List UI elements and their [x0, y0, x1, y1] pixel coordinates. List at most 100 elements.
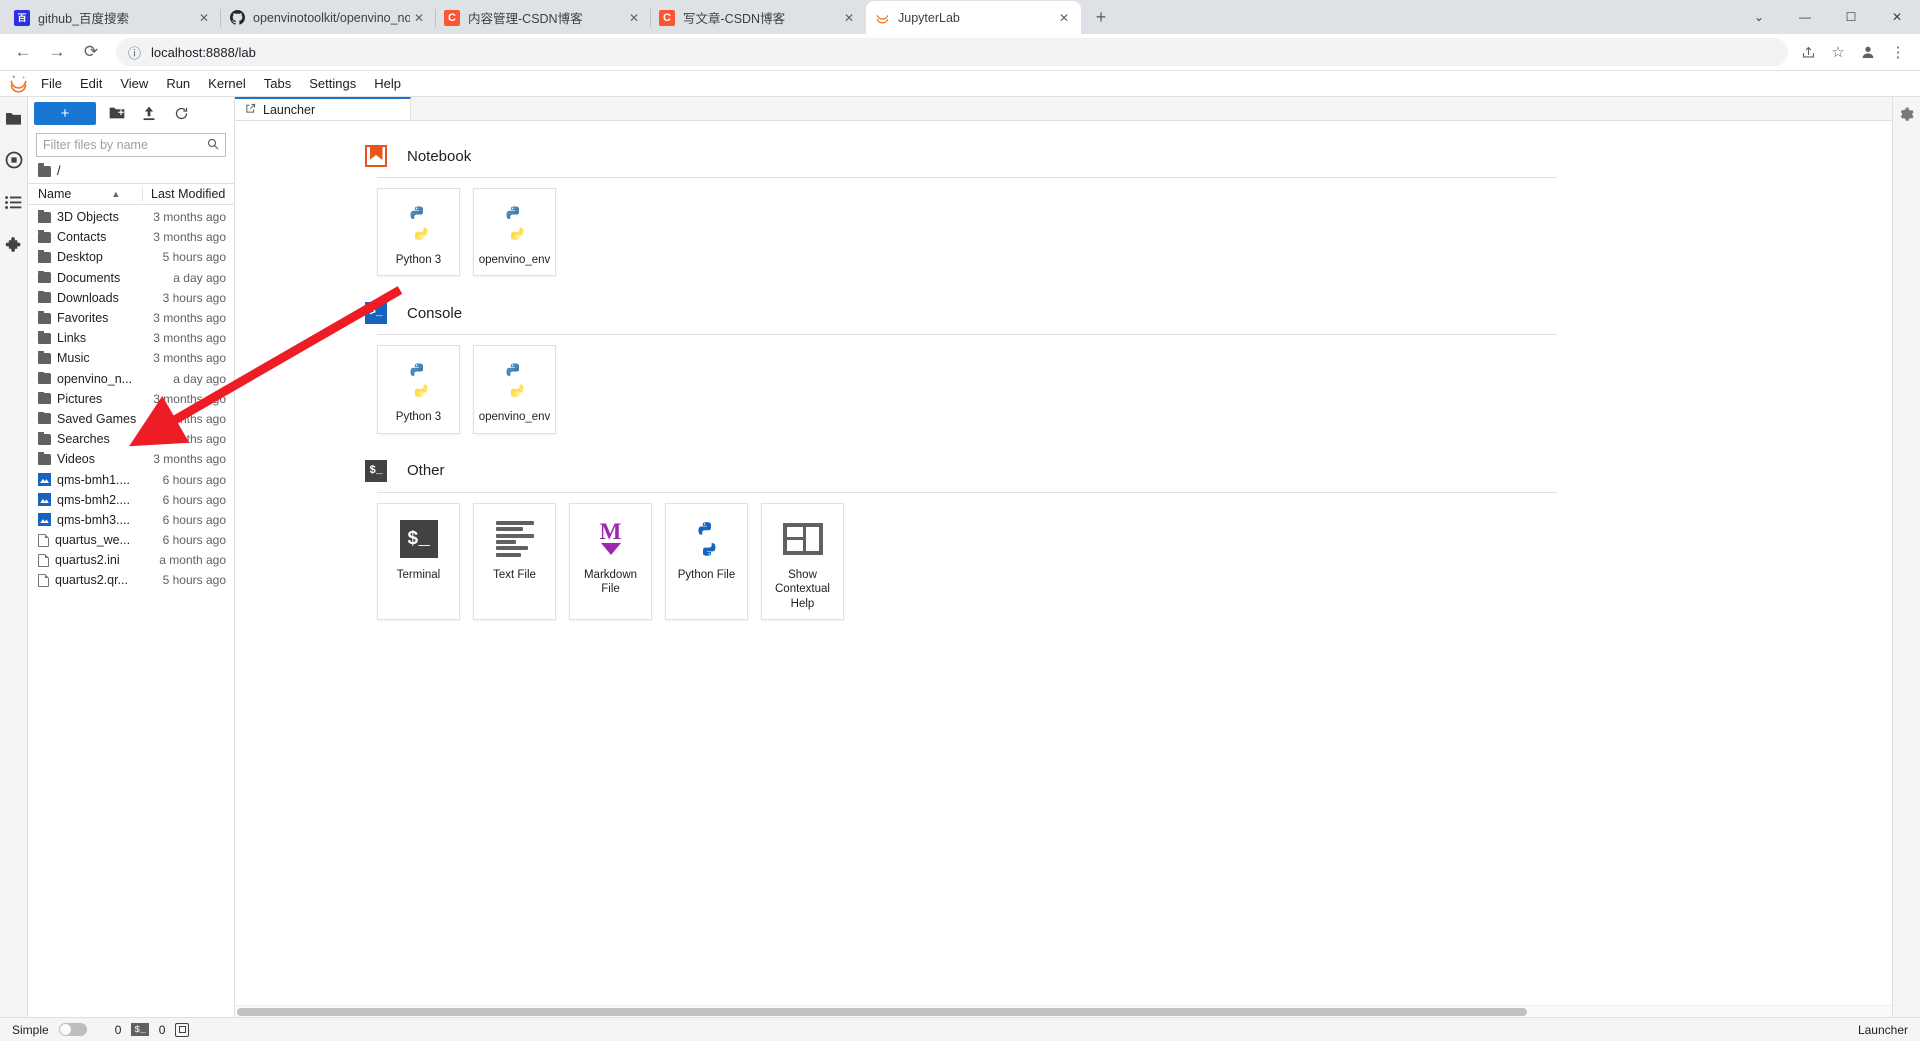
file-list-item[interactable]: Searches 3 months ago: [28, 429, 234, 449]
property-inspector-icon[interactable]: [1896, 103, 1918, 125]
browser-tab-4[interactable]: JupyterLab ✕: [866, 1, 1081, 34]
file-modified-cell: 3 months ago: [153, 331, 226, 346]
baidu-icon: 百: [14, 9, 30, 26]
running-icon[interactable]: [3, 149, 25, 171]
new-folder-icon[interactable]: [106, 102, 128, 124]
file-name-cell: quartus2.qr...: [28, 573, 142, 587]
address-bar[interactable]: ⓘ localhost:8888/lab: [116, 38, 1788, 66]
menu-run[interactable]: Run: [157, 72, 199, 96]
file-list-item[interactable]: qms-bmh2.... 6 hours ago: [28, 490, 234, 510]
filter-files-input[interactable]: Filter files by name: [36, 133, 226, 157]
profile-icon[interactable]: [1854, 38, 1882, 66]
browser-tab-0[interactable]: 百 github_百度搜索 ✕: [6, 1, 221, 34]
info-icon[interactable]: ⓘ: [128, 43, 141, 62]
menu-file[interactable]: File: [32, 72, 71, 96]
kebab-menu-icon[interactable]: ⋮: [1884, 38, 1912, 66]
file-list-item[interactable]: quartus2.ini a month ago: [28, 550, 234, 570]
menu-settings[interactable]: Settings: [300, 72, 365, 96]
column-header-name[interactable]: Name ▲: [28, 187, 142, 201]
new-launcher-button[interactable]: +: [34, 101, 96, 125]
star-icon[interactable]: ☆: [1824, 38, 1852, 66]
file-list-item[interactable]: Desktop 5 hours ago: [28, 247, 234, 267]
tab-launcher[interactable]: Launcher: [235, 97, 411, 120]
file-list-item[interactable]: quartus_we... 6 hours ago: [28, 530, 234, 550]
filter-placeholder: Filter files by name: [43, 138, 148, 152]
file-name-label: Links: [57, 331, 87, 346]
chevron-down-icon[interactable]: ⌄: [1736, 1, 1782, 33]
csdn-icon: C: [659, 9, 675, 26]
simple-mode-toggle[interactable]: [58, 1023, 87, 1036]
maximize-button[interactable]: ☐: [1828, 1, 1874, 33]
commands-icon[interactable]: [3, 191, 25, 213]
csdn-icon: C: [444, 9, 460, 26]
share-icon[interactable]: [1794, 38, 1822, 66]
file-list-item[interactable]: Videos 3 months ago: [28, 449, 234, 469]
file-list-item[interactable]: 3D Objects 3 months ago: [28, 207, 234, 227]
browser-tab-2[interactable]: C 内容管理-CSDN博客 ✕: [435, 1, 651, 34]
upload-icon[interactable]: [138, 102, 160, 124]
file-list-item[interactable]: qms-bmh1.... 6 hours ago: [28, 469, 234, 489]
file-list-item[interactable]: Favorites 3 months ago: [28, 308, 234, 328]
menu-tabs[interactable]: Tabs: [255, 72, 300, 96]
menu-kernel[interactable]: Kernel: [199, 72, 255, 96]
tab-title: github_百度搜索: [38, 12, 130, 26]
horizontal-scrollbar[interactable]: [235, 1005, 1892, 1017]
launcher-card[interactable]: $_ Terminal: [377, 502, 460, 620]
file-list-item[interactable]: Contacts 3 months ago: [28, 227, 234, 247]
minimize-button[interactable]: —: [1782, 1, 1828, 33]
back-icon[interactable]: ←: [8, 37, 38, 67]
file-list-item[interactable]: Pictures 3 months ago: [28, 389, 234, 409]
launcher-card[interactable]: openvino_env: [473, 345, 556, 434]
breadcrumb[interactable]: /: [28, 159, 234, 183]
launcher-card[interactable]: openvino_env: [473, 188, 556, 277]
file-list-item[interactable]: quartus2.qr... 5 hours ago: [28, 570, 234, 590]
tab-close-icon[interactable]: ✕: [1055, 9, 1073, 27]
file-list-item[interactable]: openvino_n... a day ago: [28, 369, 234, 389]
browser-tab-1[interactable]: openvinotoolkit/openvino_not ✕: [220, 1, 436, 34]
launcher-card-row: $_ Terminal Text File M Markdown File Python …: [365, 502, 1665, 620]
file-list-item[interactable]: Saved Games 3 months ago: [28, 409, 234, 429]
close-window-button[interactable]: ✕: [1874, 1, 1920, 33]
file-name-cell: qms-bmh1....: [28, 473, 142, 487]
new-tab-button[interactable]: +: [1087, 3, 1115, 31]
scrollbar-thumb[interactable]: [237, 1008, 1527, 1016]
launcher-card[interactable]: Python File: [665, 502, 748, 620]
launcher-panel: Notebook Python 3 openvino_env >_ Console Pyt…: [235, 121, 1892, 1005]
file-list-item[interactable]: Music 3 months ago: [28, 348, 234, 368]
menu-edit[interactable]: Edit: [71, 72, 111, 96]
tab-close-icon[interactable]: ✕: [840, 9, 858, 27]
launcher-card[interactable]: M Markdown File: [569, 502, 652, 620]
browser-tab-3[interactable]: C 写文章-CSDN博客 ✕: [650, 1, 866, 34]
search-icon[interactable]: [207, 138, 219, 153]
launcher-card[interactable]: Python 3: [377, 345, 460, 434]
refresh-icon[interactable]: [170, 102, 192, 124]
card-icon: [400, 360, 438, 402]
reload-icon[interactable]: ⟳: [76, 37, 106, 67]
cpu-icon[interactable]: [175, 1022, 190, 1037]
forward-icon[interactable]: →: [42, 37, 72, 67]
terminal-icon[interactable]: $_: [131, 1023, 149, 1036]
file-list-item[interactable]: Links 3 months ago: [28, 328, 234, 348]
file-list-item[interactable]: Downloads 3 hours ago: [28, 288, 234, 308]
launcher-card[interactable]: Python 3: [377, 188, 460, 277]
terminal-count: 0: [158, 1022, 166, 1037]
contextual-help-icon: [782, 522, 823, 555]
left-activity-bar: [0, 97, 28, 1017]
file-name-cell: quartus_we...: [28, 533, 142, 547]
tab-close-icon[interactable]: ✕: [410, 9, 428, 27]
menu-help[interactable]: Help: [365, 72, 410, 96]
tab-close-icon[interactable]: ✕: [195, 9, 213, 27]
file-list-item[interactable]: Documents a day ago: [28, 268, 234, 288]
extensions-icon[interactable]: [3, 233, 25, 255]
folder-icon[interactable]: [3, 107, 25, 129]
file-modified-cell: 3 months ago: [153, 210, 226, 225]
file-list-item[interactable]: qms-bmh3.... 6 hours ago: [28, 510, 234, 530]
image-file-icon: [38, 473, 51, 487]
launcher-card[interactable]: Show Contextual Help: [761, 502, 844, 620]
file-name-cell: Desktop: [28, 250, 142, 264]
column-header-last-modified[interactable]: Last Modified: [142, 187, 234, 201]
menu-view[interactable]: View: [111, 72, 157, 96]
file-browser-toolbar: +: [28, 97, 234, 129]
tab-close-icon[interactable]: ✕: [625, 9, 643, 27]
launcher-card[interactable]: Text File: [473, 502, 556, 620]
